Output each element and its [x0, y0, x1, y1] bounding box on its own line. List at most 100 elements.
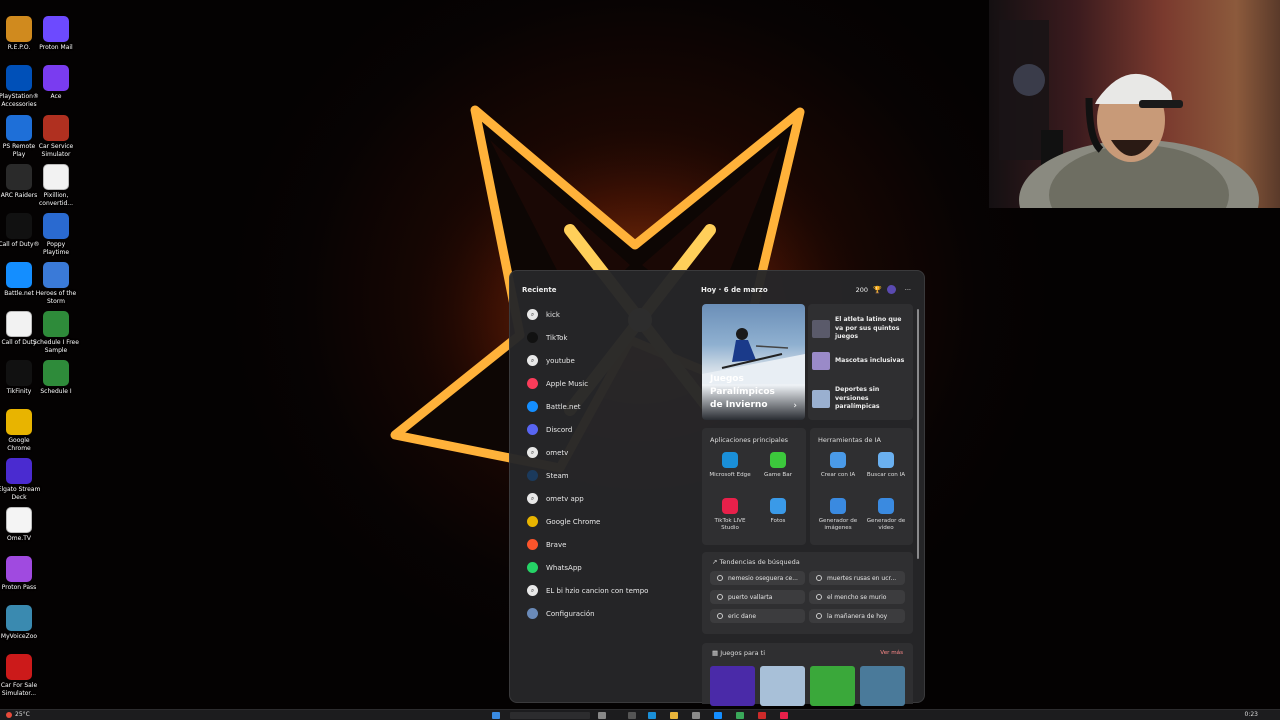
- desktop-icon[interactable]: Proton Pass: [0, 556, 42, 592]
- recent-item[interactable]: TikTok: [524, 326, 694, 349]
- trends-title-text: Tendencias de búsqueda: [719, 558, 800, 566]
- app-tile[interactable]: Game Bar: [754, 452, 802, 479]
- trend-chip[interactable]: puerto vallarta: [710, 590, 805, 604]
- see-more-link[interactable]: Ver más: [880, 650, 903, 656]
- recent-item-label: WhatsApp: [546, 563, 582, 572]
- desktop-icon[interactable]: Car Service Simulator: [33, 115, 79, 158]
- taskbar-app-battlenet[interactable]: [714, 712, 722, 719]
- desktop-icon[interactable]: Schedule I: [33, 360, 79, 396]
- trophy-icon[interactable]: 🏆: [873, 286, 882, 294]
- recent-item[interactable]: ⌕ kick: [524, 303, 694, 326]
- taskbar-app-chrome[interactable]: [736, 712, 744, 719]
- proton-mail-icon: [43, 16, 69, 42]
- desktop-icon[interactable]: Heroes of the Storm: [33, 262, 79, 305]
- desktop-icon[interactable]: Proton Mail: [33, 16, 79, 52]
- taskbar-app-store[interactable]: [692, 712, 700, 719]
- search-box[interactable]: [510, 712, 590, 719]
- recent-item[interactable]: WhatsApp: [524, 556, 694, 579]
- recent-item[interactable]: ⌕ EL bi hzio cancion con tempo: [524, 579, 694, 602]
- app-tile[interactable]: Fotos: [754, 498, 802, 525]
- taskbar-app-tiktok[interactable]: [780, 712, 788, 719]
- recent-item[interactable]: Discord: [524, 418, 694, 441]
- game-man-icon[interactable]: [860, 666, 905, 706]
- app-tile[interactable]: Generador de imágenes: [814, 498, 862, 532]
- desktop-icon[interactable]: Ace: [33, 65, 79, 101]
- app-tile[interactable]: Microsoft Edge: [706, 452, 754, 479]
- trend-chip-label: eric dane: [728, 612, 757, 620]
- start-button[interactable]: [492, 712, 500, 719]
- recent-item[interactable]: ⌕ ometv: [524, 441, 694, 464]
- taskbar-app-edge[interactable]: [648, 712, 656, 719]
- desktop-icon[interactable]: Ome.TV: [0, 507, 42, 543]
- app-tile[interactable]: TikTok LIVE Studio: [706, 498, 754, 532]
- weather-widget[interactable]: 25°C: [6, 711, 30, 718]
- tiktok-live-icon: [722, 498, 738, 514]
- trend-chip[interactable]: la mañanera de hoy: [809, 609, 905, 623]
- start-panel: Reciente ⌕ kick TikTok ⌕ youtube Apple Music B…: [509, 270, 925, 706]
- desktop-icon-label: Ome.TV: [7, 535, 31, 542]
- app-tile[interactable]: Crear con IA: [814, 452, 862, 479]
- desktop-icon[interactable]: Car For Sale Simulator...: [0, 654, 42, 697]
- taskbar-app-terminal[interactable]: [628, 712, 636, 719]
- gear-icon: [527, 608, 538, 619]
- search-icon: [816, 613, 822, 619]
- trend-chip[interactable]: muertes rusas en ucr...: [809, 571, 905, 585]
- trend-chip[interactable]: el mencho se murio: [809, 590, 905, 604]
- panel-scrollbar[interactable]: [917, 309, 919, 559]
- chrome-icon: [527, 516, 538, 527]
- recent-item[interactable]: Configuración: [524, 602, 694, 625]
- recent-item-label: Apple Music: [546, 379, 589, 388]
- trend-chip-label: la mañanera de hoy: [827, 612, 888, 620]
- search-icon: [717, 594, 723, 600]
- taskbar-app-explorer[interactable]: [670, 712, 678, 719]
- recent-item[interactable]: Google Chrome: [524, 510, 694, 533]
- recent-item[interactable]: ⌕ ometv app: [524, 487, 694, 510]
- game-stickman-icon[interactable]: [760, 666, 805, 706]
- news-thumbnail: [812, 352, 830, 370]
- car-service-icon: [43, 115, 69, 141]
- taskbar: 25°C 0:23: [0, 709, 1280, 720]
- game-arrow-icon[interactable]: [710, 666, 755, 706]
- recent-item-label: Brave: [546, 540, 567, 549]
- trend-chip[interactable]: nemesio oseguera ce...: [710, 571, 805, 585]
- today-label: Hoy: [701, 286, 717, 294]
- recent-item[interactable]: Battle.net: [524, 395, 694, 418]
- game-frog-icon[interactable]: [810, 666, 855, 706]
- recent-item[interactable]: ⌕ youtube: [524, 349, 694, 372]
- app-tile-label: Generador de vídeo: [866, 518, 906, 531]
- desktop-icon[interactable]: Schedule I Free Sample: [33, 311, 79, 354]
- desktop-icon[interactable]: Pixillion, convertid...: [33, 164, 79, 207]
- app-tile-label: Game Bar: [764, 472, 792, 478]
- trend-chip[interactable]: eric dane: [710, 609, 805, 623]
- app-tile-label: Generador de imágenes: [818, 518, 858, 531]
- news-item[interactable]: Mascotas inclusivas: [812, 352, 910, 370]
- more-options-icon[interactable]: ···: [905, 286, 911, 294]
- chevron-right-icon[interactable]: ›: [793, 401, 797, 411]
- desktop-icon[interactable]: Elgato Stream Deck: [0, 458, 42, 501]
- app-tile[interactable]: Buscar con IA: [862, 452, 910, 479]
- recent-item-label: Configuración: [546, 609, 595, 618]
- recent-item[interactable]: Brave: [524, 533, 694, 556]
- playstation-icon: [6, 65, 32, 91]
- taskbar-app-obs[interactable]: [758, 712, 766, 719]
- recent-item[interactable]: Apple Music: [524, 372, 694, 395]
- ai-tools-card: Herramientas de IA Crear con IA Buscar co…: [810, 428, 913, 545]
- desktop-icon-label: Proton Mail: [39, 44, 73, 51]
- profile-avatar[interactable]: [886, 285, 896, 294]
- desktop-icon[interactable]: Poppy Playtime: [33, 213, 79, 256]
- news-item[interactable]: Deportes sin versiones paralímpicas: [812, 386, 910, 412]
- taskbar-app-widgets[interactable]: [598, 712, 606, 719]
- recent-item[interactable]: Steam: [524, 464, 694, 487]
- taskbar-clock[interactable]: 0:23: [1245, 711, 1258, 718]
- news-item[interactable]: El atleta latino que va por sus quintos …: [812, 316, 910, 342]
- discord-icon: [527, 424, 538, 435]
- trend-chip-label: el mencho se murio: [827, 593, 887, 601]
- app-tile[interactable]: Generador de vídeo: [862, 498, 910, 532]
- desktop-icon[interactable]: Google Chrome: [0, 409, 42, 452]
- desktop-icon[interactable]: MyVoiceZoo: [0, 605, 42, 641]
- recent-item-label: EL bi hzio cancion con tempo: [546, 586, 649, 595]
- hero-card[interactable]: Juegos Paralímpicos de Invierno ›: [702, 304, 805, 420]
- skier-image-icon: [702, 328, 805, 384]
- rewards-points[interactable]: 200: [856, 286, 868, 294]
- streamer-figure-icon: [999, 20, 1259, 208]
